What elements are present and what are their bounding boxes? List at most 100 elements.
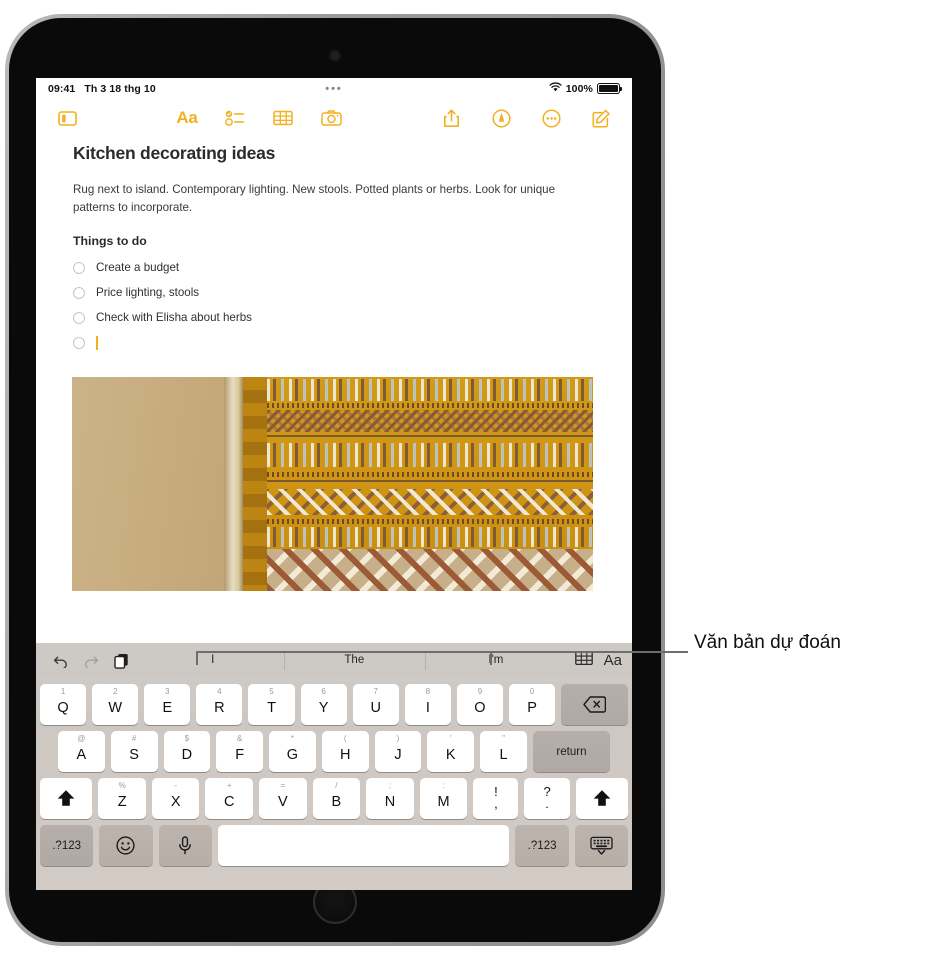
checkbox-icon[interactable]: [73, 261, 85, 274]
key-u[interactable]: 7U: [352, 684, 399, 725]
key-e[interactable]: 3E: [144, 684, 191, 725]
rug-band: [267, 480, 593, 482]
backspace-icon[interactable]: [561, 684, 628, 725]
key-main: ,: [494, 795, 498, 811]
toolbar-center-group: Aa: [168, 103, 350, 133]
return-key[interactable]: return: [532, 731, 611, 772]
prediction-slot-1[interactable]: I: [142, 643, 284, 678]
status-right-group: 100%: [549, 82, 620, 95]
key-n[interactable]: ; N: [366, 778, 414, 819]
sidebar-toggle-icon[interactable]: [48, 103, 86, 133]
key-f[interactable]: & F: [216, 731, 264, 772]
dismiss-keyboard-icon[interactable]: [574, 825, 628, 866]
numbers-key-left[interactable]: .?123: [40, 825, 94, 866]
key-k[interactable]: ' K: [427, 731, 475, 772]
key-secondary: 9: [477, 687, 483, 696]
key-main: R: [214, 699, 225, 716]
checkbox-icon[interactable]: [73, 311, 85, 324]
key-secondary: &: [236, 734, 243, 743]
list-item-active[interactable]: [73, 330, 595, 355]
keyboard-row-1: 1Q 2W 3E 4R 5T 6Y 7U 8I 9O 0P: [40, 681, 628, 728]
key-c[interactable]: + C: [205, 778, 254, 819]
key-secondary: ): [396, 734, 400, 743]
note-content[interactable]: Kitchen decorating ideas Rug next to isl…: [36, 137, 632, 355]
key-r[interactable]: 4R: [196, 684, 243, 725]
key-o[interactable]: 9O: [456, 684, 503, 725]
todo-label: Price lighting, stools: [96, 286, 200, 300]
space-key[interactable]: [217, 825, 510, 866]
multitask-dots-icon[interactable]: •••: [325, 84, 343, 95]
undo-icon[interactable]: [46, 654, 76, 668]
keyboard-row-bottom: .?123 .?123: [40, 822, 628, 869]
screenshot-root: 09:41 Th 3 18 thg 10 ••• 100% Aa Kitchen…: [0, 0, 928, 958]
key-main: C: [224, 793, 235, 810]
key-main: N: [384, 793, 396, 810]
key-comma-exclaim[interactable]: !,: [473, 778, 519, 819]
callout-bracket-right-tick: [490, 652, 492, 665]
photo-wall-edge: [224, 377, 243, 592]
key-w[interactable]: 2W: [92, 684, 139, 725]
markup-pen-icon[interactable]: [482, 103, 520, 133]
key-l[interactable]: " L: [480, 731, 527, 772]
more-ellipsis-icon[interactable]: [532, 103, 570, 133]
todo-label: Create a budget: [96, 261, 180, 275]
key-main: O: [474, 699, 486, 716]
key-main: A: [76, 746, 87, 763]
note-title: Kitchen decorating ideas: [73, 143, 276, 163]
ipad-device-frame: 09:41 Th 3 18 thg 10 ••• 100% Aa Kitchen…: [5, 14, 665, 946]
list-item[interactable]: Price lighting, stools: [73, 280, 595, 305]
key-i[interactable]: 8I: [404, 684, 451, 725]
key-z[interactable]: % Z: [98, 778, 146, 819]
note-photo[interactable]: [72, 377, 593, 592]
predictive-text-bar[interactable]: I The I'm Aa: [36, 643, 632, 678]
key-j[interactable]: ) J: [374, 731, 422, 772]
key-y[interactable]: 6Y: [300, 684, 347, 725]
numbers-label: .?123: [527, 839, 557, 852]
key-a[interactable]: @ A: [57, 731, 105, 772]
key-g[interactable]: * G: [269, 731, 316, 772]
list-item[interactable]: Create a budget: [73, 255, 595, 280]
format-button[interactable]: Aa: [168, 103, 206, 133]
microphone-icon[interactable]: [158, 825, 212, 866]
key-d[interactable]: $ D: [163, 731, 211, 772]
compose-icon[interactable]: [582, 103, 620, 133]
format-label[interactable]: Aa: [604, 652, 622, 669]
shift-icon[interactable]: [575, 778, 628, 819]
shift-icon[interactable]: [40, 778, 93, 819]
numbers-key-right[interactable]: .?123: [515, 825, 569, 866]
on-screen-keyboard[interactable]: I The I'm Aa 1 Q 2 W 3 E 4 R 5 T 6 Y 7 U…: [36, 643, 632, 890]
key-period-question[interactable]: ?.: [524, 778, 570, 819]
key-secondary: #: [131, 734, 137, 743]
table-icon[interactable]: [264, 103, 302, 133]
emoji-icon[interactable]: [99, 825, 153, 866]
wifi-icon: [549, 82, 562, 95]
key-v[interactable]: = V: [259, 778, 307, 819]
key-x[interactable]: -X: [151, 778, 200, 819]
rug-band: [267, 435, 593, 437]
checklist-icon[interactable]: [216, 103, 254, 133]
camera-icon[interactable]: [312, 103, 350, 133]
paste-icon[interactable]: [106, 653, 136, 669]
table-icon[interactable]: [574, 650, 593, 671]
numbers-label: .?123: [52, 839, 82, 852]
checkbox-icon[interactable]: [73, 286, 85, 299]
key-h[interactable]: (H: [321, 731, 369, 772]
key-s[interactable]: # S: [110, 731, 158, 772]
key-secondary: 8: [425, 687, 431, 696]
list-item[interactable]: Check with Elisha about herbs: [73, 305, 595, 330]
key-secondary: 7: [373, 687, 378, 696]
key-secondary: !: [494, 783, 498, 799]
rug-band: [267, 379, 593, 402]
prediction-slot-2[interactable]: The: [283, 643, 426, 678]
rug-fringe: [243, 377, 267, 592]
checkbox-icon[interactable]: [73, 336, 85, 349]
share-icon[interactable]: [432, 103, 470, 133]
key-b[interactable]: / B: [312, 778, 361, 819]
prediction-slot-3[interactable]: I'm: [425, 643, 567, 678]
key-t[interactable]: 5T: [248, 684, 295, 725]
key-main: .: [545, 795, 549, 811]
key-p[interactable]: 0P: [509, 684, 556, 725]
key-q[interactable]: 1Q: [40, 684, 87, 725]
key-m[interactable]: :M: [419, 778, 468, 819]
key-secondary: 5: [269, 687, 274, 696]
